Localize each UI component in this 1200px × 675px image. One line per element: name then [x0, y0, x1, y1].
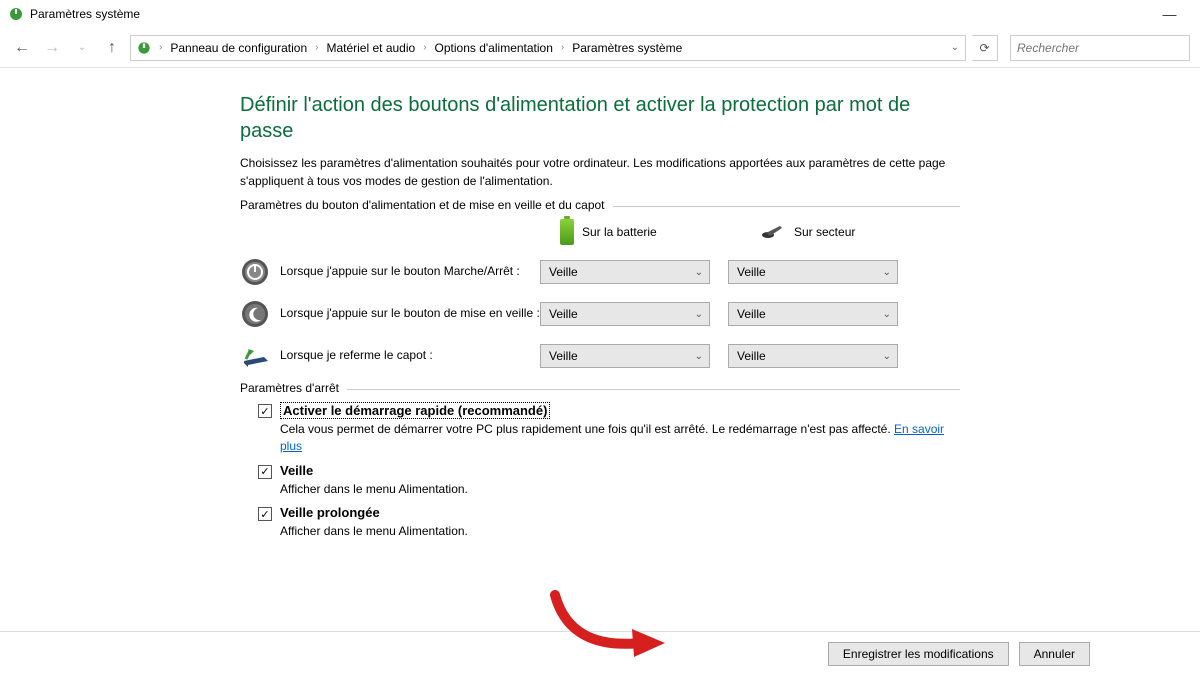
power-button-plugged-select[interactable]: Veille⌄ — [728, 260, 898, 284]
breadcrumb-item[interactable]: Paramètres système — [570, 41, 684, 55]
address-dropdown[interactable]: ⌄ — [949, 42, 961, 53]
sleep-label: Veille — [280, 463, 313, 478]
refresh-button[interactable]: ⟳ — [972, 35, 998, 61]
fast-startup-row: ✓ Activer le démarrage rapide (recommand… — [258, 402, 960, 419]
recent-dropdown[interactable]: ⌄ — [70, 36, 94, 60]
chevron-down-icon: ⌄ — [883, 351, 891, 362]
shutdown-group: Paramètres d'arrêt ✓ Activer le démarrag… — [240, 389, 960, 540]
footer: Enregistrer les modifications Annuler — [0, 631, 1200, 675]
column-plugged-label: Sur secteur — [794, 225, 855, 239]
laptop-lid-icon — [240, 341, 270, 371]
row-label: Lorsque je referme le capot : — [270, 348, 540, 364]
group-legend: Paramètres d'arrêt — [240, 381, 347, 395]
chevron-down-icon: ⌄ — [883, 267, 891, 278]
back-button[interactable]: ← — [10, 36, 34, 60]
setting-row-power-button: Lorsque j'appuie sur le bouton Marche/Ar… — [240, 257, 960, 287]
minimize-button[interactable]: — — [1147, 0, 1192, 28]
sleep-button-battery-select[interactable]: Veille⌄ — [540, 302, 710, 326]
page-description: Choisissez les paramètres d'alimentation… — [240, 154, 960, 190]
chevron-down-icon: ⌄ — [695, 267, 703, 278]
power-button-group: Paramètres du bouton d'alimentation et d… — [240, 206, 960, 371]
chevron-down-icon: ⌄ — [883, 309, 891, 320]
lid-plugged-select[interactable]: Veille⌄ — [728, 344, 898, 368]
content: Définir l'action des boutons d'alimentat… — [0, 68, 1200, 548]
plug-icon — [760, 223, 786, 241]
hibernate-label: Veille prolongée — [280, 505, 380, 520]
lid-battery-select[interactable]: Veille⌄ — [540, 344, 710, 368]
settings-panel: Définir l'action des boutons d'alimentat… — [240, 86, 960, 548]
address-bar[interactable]: › Panneau de configuration › Matériel et… — [130, 35, 966, 61]
sleep-checkbox[interactable]: ✓ — [258, 465, 272, 479]
breadcrumb-item[interactable]: Matériel et audio — [324, 41, 417, 55]
chevron-down-icon: ⌄ — [695, 351, 703, 362]
hibernate-desc: Afficher dans le menu Alimentation. — [280, 523, 960, 540]
sleep-button-icon — [240, 299, 270, 329]
breadcrumb-separator: › — [419, 42, 430, 53]
breadcrumb-separator: › — [311, 42, 322, 53]
hibernate-checkbox[interactable]: ✓ — [258, 507, 272, 521]
fast-startup-desc: Cela vous permet de démarrer votre PC pl… — [280, 421, 960, 455]
hibernate-row: ✓ Veille prolongée — [258, 505, 960, 521]
sleep-button-plugged-select[interactable]: Veille⌄ — [728, 302, 898, 326]
row-label: Lorsque j'appuie sur le bouton de mise e… — [270, 306, 540, 322]
app-icon — [8, 6, 24, 22]
fast-startup-checkbox[interactable]: ✓ — [258, 404, 272, 418]
column-battery: Sur la batterie — [560, 219, 720, 245]
row-label: Lorsque j'appuie sur le bouton Marche/Ar… — [270, 264, 540, 280]
navbar: ← → ⌄ ↑ › Panneau de configuration › Mat… — [0, 28, 1200, 68]
column-plugged: Sur secteur — [760, 223, 920, 241]
breadcrumb-item[interactable]: Options d'alimentation — [433, 41, 555, 55]
up-button[interactable]: ↑ — [100, 36, 124, 60]
titlebar: Paramètres système — — [0, 0, 1200, 28]
group-legend: Paramètres du bouton d'alimentation et d… — [240, 198, 613, 212]
power-button-icon — [240, 257, 270, 287]
sleep-row: ✓ Veille — [258, 463, 960, 479]
window-title: Paramètres système — [30, 7, 140, 21]
column-headers: Sur la batterie Sur secteur — [560, 219, 960, 245]
page-title: Définir l'action des boutons d'alimentat… — [240, 92, 960, 144]
cancel-button[interactable]: Annuler — [1019, 642, 1090, 666]
breadcrumb-separator: › — [155, 42, 166, 53]
setting-row-sleep-button: Lorsque j'appuie sur le bouton de mise e… — [240, 299, 960, 329]
chevron-down-icon: ⌄ — [695, 309, 703, 320]
battery-icon — [560, 219, 574, 245]
search-input[interactable] — [1010, 35, 1190, 61]
column-battery-label: Sur la batterie — [582, 225, 657, 239]
setting-row-lid: Lorsque je referme le capot : Veille⌄ Ve… — [240, 341, 960, 371]
control-panel-icon — [135, 39, 153, 57]
sleep-desc: Afficher dans le menu Alimentation. — [280, 481, 960, 498]
fast-startup-label: Activer le démarrage rapide (recommandé) — [280, 402, 550, 419]
save-button[interactable]: Enregistrer les modifications — [828, 642, 1009, 666]
breadcrumb-separator: › — [557, 42, 568, 53]
breadcrumb-item[interactable]: Panneau de configuration — [168, 41, 309, 55]
power-button-battery-select[interactable]: Veille⌄ — [540, 260, 710, 284]
forward-button[interactable]: → — [40, 36, 64, 60]
